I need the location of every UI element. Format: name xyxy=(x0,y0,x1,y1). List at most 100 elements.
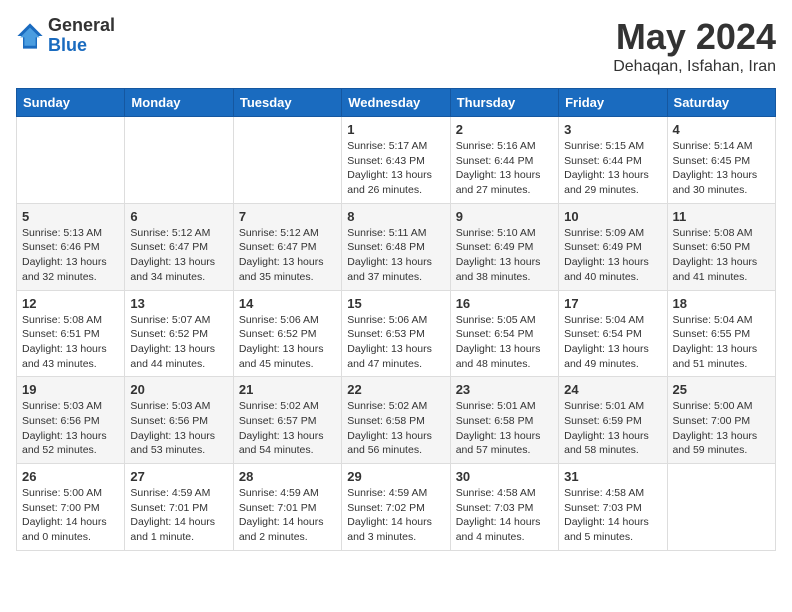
week-row-1: 1 Sunrise: 5:17 AM Sunset: 6:43 PM Daylig… xyxy=(17,117,776,204)
calendar-cell: 3 Sunrise: 5:15 AM Sunset: 6:44 PM Daylig… xyxy=(559,117,667,204)
day-info: Sunrise: 5:00 AM Sunset: 7:00 PM Dayligh… xyxy=(22,486,119,545)
day-number: 15 xyxy=(347,296,444,311)
day-number: 12 xyxy=(22,296,119,311)
day-info: Sunrise: 5:02 AM Sunset: 6:58 PM Dayligh… xyxy=(347,399,444,458)
day-number: 3 xyxy=(564,122,661,137)
logo-blue-text: Blue xyxy=(48,36,115,56)
month-year-title: May 2024 xyxy=(613,16,776,58)
day-info: Sunrise: 5:09 AM Sunset: 6:49 PM Dayligh… xyxy=(564,226,661,285)
calendar-cell: 10Sunrise: 5:09 AM Sunset: 6:49 PM Dayli… xyxy=(559,203,667,290)
calendar-cell: 15 Sunrise: 5:06 AM Sunset: 6:53 PM Dayli… xyxy=(342,290,450,377)
calendar-cell: 2Sunrise: 5:16 AM Sunset: 6:44 PM Daylig… xyxy=(450,117,558,204)
day-number: 13 xyxy=(130,296,227,311)
weekday-header-saturday: Saturday xyxy=(667,89,775,117)
day-number: 23 xyxy=(456,382,553,397)
calendar-cell xyxy=(17,117,125,204)
day-info: Sunrise: 5:07 AM Sunset: 6:52 PM Dayligh… xyxy=(130,313,227,372)
calendar-cell: 28 Sunrise: 4:59 AM Sunset: 7:01 PM Dayli… xyxy=(233,464,341,551)
day-number: 11 xyxy=(673,209,770,224)
day-number: 9 xyxy=(456,209,553,224)
title-block: May 2024 Dehaqan, Isfahan, Iran xyxy=(613,16,776,76)
calendar-cell: 21 Sunrise: 5:02 AM Sunset: 6:57 PM Dayli… xyxy=(233,377,341,464)
day-info: Sunrise: 5:05 AM Sunset: 6:54 PM Dayligh… xyxy=(456,313,553,372)
logo-icon xyxy=(16,22,44,50)
day-number: 17 xyxy=(564,296,661,311)
day-info: Sunrise: 5:04 AM Sunset: 6:54 PM Dayligh… xyxy=(564,313,661,372)
calendar-cell: 8 Sunrise: 5:11 AM Sunset: 6:48 PM Daylig… xyxy=(342,203,450,290)
calendar-cell: 9 Sunrise: 5:10 AM Sunset: 6:49 PM Daylig… xyxy=(450,203,558,290)
day-info: Sunrise: 5:11 AM Sunset: 6:48 PM Dayligh… xyxy=(347,226,444,285)
day-number: 8 xyxy=(347,209,444,224)
calendar-cell: 6 Sunrise: 5:12 AM Sunset: 6:47 PM Daylig… xyxy=(125,203,233,290)
calendar-cell: 19 Sunrise: 5:03 AM Sunset: 6:56 PM Dayli… xyxy=(17,377,125,464)
week-row-5: 26 Sunrise: 5:00 AM Sunset: 7:00 PM Dayli… xyxy=(17,464,776,551)
calendar-cell: 26 Sunrise: 5:00 AM Sunset: 7:00 PM Dayli… xyxy=(17,464,125,551)
day-number: 30 xyxy=(456,469,553,484)
day-info: Sunrise: 4:59 AM Sunset: 7:01 PM Dayligh… xyxy=(130,486,227,545)
day-info: Sunrise: 5:15 AM Sunset: 6:44 PM Dayligh… xyxy=(564,139,661,198)
calendar-cell: 13 Sunrise: 5:07 AM Sunset: 6:52 PM Dayli… xyxy=(125,290,233,377)
day-number: 16 xyxy=(456,296,553,311)
day-info: Sunrise: 5:06 AM Sunset: 6:53 PM Dayligh… xyxy=(347,313,444,372)
logo-general-text: General xyxy=(48,16,115,36)
calendar-cell: 16 Sunrise: 5:05 AM Sunset: 6:54 PM Dayli… xyxy=(450,290,558,377)
day-info: Sunrise: 5:08 AM Sunset: 6:50 PM Dayligh… xyxy=(673,226,770,285)
day-info: Sunrise: 5:01 AM Sunset: 6:59 PM Dayligh… xyxy=(564,399,661,458)
weekday-header-sunday: Sunday xyxy=(17,89,125,117)
calendar-cell xyxy=(667,464,775,551)
day-info: Sunrise: 5:10 AM Sunset: 6:49 PM Dayligh… xyxy=(456,226,553,285)
day-info: Sunrise: 5:12 AM Sunset: 6:47 PM Dayligh… xyxy=(239,226,336,285)
calendar-cell: 14 Sunrise: 5:06 AM Sunset: 6:52 PM Dayli… xyxy=(233,290,341,377)
calendar-cell: 25 Sunrise: 5:00 AM Sunset: 7:00 PM Dayli… xyxy=(667,377,775,464)
day-number: 7 xyxy=(239,209,336,224)
day-info: Sunrise: 5:01 AM Sunset: 6:58 PM Dayligh… xyxy=(456,399,553,458)
day-number: 1 xyxy=(347,122,444,137)
day-info: Sunrise: 5:16 AM Sunset: 6:44 PM Dayligh… xyxy=(456,139,553,198)
week-row-4: 19 Sunrise: 5:03 AM Sunset: 6:56 PM Dayli… xyxy=(17,377,776,464)
day-info: Sunrise: 5:17 AM Sunset: 6:43 PM Dayligh… xyxy=(347,139,444,198)
day-info: Sunrise: 5:14 AM Sunset: 6:45 PM Dayligh… xyxy=(673,139,770,198)
day-info: Sunrise: 5:02 AM Sunset: 6:57 PM Dayligh… xyxy=(239,399,336,458)
day-number: 24 xyxy=(564,382,661,397)
day-number: 28 xyxy=(239,469,336,484)
day-info: Sunrise: 4:58 AM Sunset: 7:03 PM Dayligh… xyxy=(456,486,553,545)
week-row-2: 5Sunrise: 5:13 AM Sunset: 6:46 PM Daylig… xyxy=(17,203,776,290)
day-number: 21 xyxy=(239,382,336,397)
logo: General Blue xyxy=(16,16,115,56)
weekday-header-friday: Friday xyxy=(559,89,667,117)
day-number: 14 xyxy=(239,296,336,311)
calendar-cell: 12 Sunrise: 5:08 AM Sunset: 6:51 PM Dayli… xyxy=(17,290,125,377)
calendar-table: SundayMondayTuesdayWednesdayThursdayFrid… xyxy=(16,88,776,551)
calendar-cell: 29Sunrise: 4:59 AM Sunset: 7:02 PM Dayli… xyxy=(342,464,450,551)
weekday-header-wednesday: Wednesday xyxy=(342,89,450,117)
day-info: Sunrise: 5:06 AM Sunset: 6:52 PM Dayligh… xyxy=(239,313,336,372)
day-number: 19 xyxy=(22,382,119,397)
location-subtitle: Dehaqan, Isfahan, Iran xyxy=(613,58,776,76)
day-info: Sunrise: 5:12 AM Sunset: 6:47 PM Dayligh… xyxy=(130,226,227,285)
day-number: 4 xyxy=(673,122,770,137)
day-number: 25 xyxy=(673,382,770,397)
day-number: 20 xyxy=(130,382,227,397)
calendar-cell: 23 Sunrise: 5:01 AM Sunset: 6:58 PM Dayli… xyxy=(450,377,558,464)
calendar-cell: 4 Sunrise: 5:14 AM Sunset: 6:45 PM Daylig… xyxy=(667,117,775,204)
day-info: Sunrise: 4:58 AM Sunset: 7:03 PM Dayligh… xyxy=(564,486,661,545)
calendar-cell: 1 Sunrise: 5:17 AM Sunset: 6:43 PM Daylig… xyxy=(342,117,450,204)
day-info: Sunrise: 5:03 AM Sunset: 6:56 PM Dayligh… xyxy=(22,399,119,458)
calendar-cell: 22 Sunrise: 5:02 AM Sunset: 6:58 PM Dayli… xyxy=(342,377,450,464)
calendar-cell: 5Sunrise: 5:13 AM Sunset: 6:46 PM Daylig… xyxy=(17,203,125,290)
calendar-cell: 24 Sunrise: 5:01 AM Sunset: 6:59 PM Dayli… xyxy=(559,377,667,464)
day-number: 26 xyxy=(22,469,119,484)
day-info: Sunrise: 4:59 AM Sunset: 7:02 PM Dayligh… xyxy=(347,486,444,545)
day-info: Sunrise: 5:08 AM Sunset: 6:51 PM Dayligh… xyxy=(22,313,119,372)
weekday-header-monday: Monday xyxy=(125,89,233,117)
day-number: 18 xyxy=(673,296,770,311)
day-info: Sunrise: 5:03 AM Sunset: 6:56 PM Dayligh… xyxy=(130,399,227,458)
day-number: 22 xyxy=(347,382,444,397)
week-row-3: 12 Sunrise: 5:08 AM Sunset: 6:51 PM Dayli… xyxy=(17,290,776,377)
logo-text: General Blue xyxy=(48,16,115,56)
day-info: Sunrise: 5:00 AM Sunset: 7:00 PM Dayligh… xyxy=(673,399,770,458)
calendar-cell: 20 Sunrise: 5:03 AM Sunset: 6:56 PM Dayli… xyxy=(125,377,233,464)
day-info: Sunrise: 4:59 AM Sunset: 7:01 PM Dayligh… xyxy=(239,486,336,545)
calendar-cell: 7 Sunrise: 5:12 AM Sunset: 6:47 PM Daylig… xyxy=(233,203,341,290)
day-number: 6 xyxy=(130,209,227,224)
